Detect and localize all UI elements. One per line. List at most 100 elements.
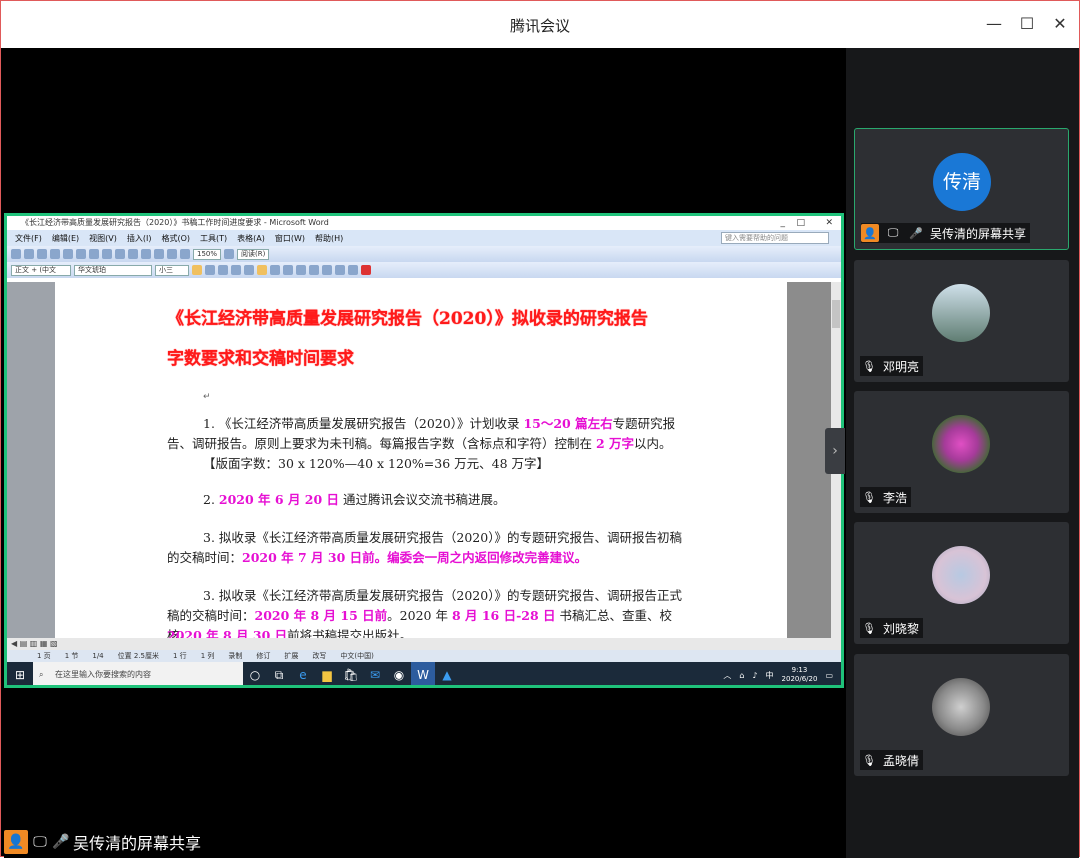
preview-icon[interactable]	[63, 249, 73, 259]
taskbar-clock[interactable]: 9:13 2020/6/20	[782, 666, 818, 684]
help-icon[interactable]	[224, 249, 235, 259]
cortana-icon[interactable]: ○	[243, 662, 267, 685]
participant-tile[interactable]: 🎙 刘晓黎	[854, 522, 1069, 644]
windows-start-icon[interactable]: ⊞	[7, 662, 33, 685]
font-color-icon[interactable]	[361, 265, 371, 275]
volume-icon[interactable]: ♪	[752, 671, 757, 680]
align-center-icon[interactable]	[270, 265, 280, 275]
numbering-icon[interactable]	[309, 265, 319, 275]
menu-table[interactable]: 表格(A)	[237, 233, 265, 244]
chrome-icon[interactable]: ◉	[387, 662, 411, 685]
highlight-icon[interactable]	[348, 265, 358, 275]
avatar	[932, 415, 990, 473]
collapse-sidebar-handle[interactable]: ›	[825, 428, 845, 474]
menu-edit[interactable]: 编辑(E)	[52, 233, 79, 244]
tray-expand-icon[interactable]: ︿	[723, 670, 731, 681]
scroll-thumb[interactable]	[832, 300, 840, 328]
participant-name: 刘晓黎	[883, 621, 920, 636]
close-button[interactable]: ✕	[1049, 13, 1071, 35]
network-icon[interactable]: ⌂	[739, 671, 744, 680]
save-icon[interactable]	[37, 249, 47, 259]
ime-indicator[interactable]: 中	[766, 670, 774, 681]
status-extend[interactable]: 扩展	[284, 650, 298, 662]
participant-tile[interactable]: 🎙 李浩	[854, 391, 1069, 513]
user-icon: 👤	[861, 224, 879, 242]
menu-tools[interactable]: 工具(T)	[200, 233, 227, 244]
align-right-icon[interactable]	[283, 265, 293, 275]
status-record[interactable]: 录制	[228, 650, 242, 662]
minimize-button[interactable]: —	[983, 13, 1005, 35]
paragraph-mark: ↵	[203, 392, 211, 402]
reading-mode-button[interactable]: 阅读(R)	[237, 248, 270, 260]
char-shading-icon[interactable]	[244, 265, 254, 275]
print-icon[interactable]	[50, 249, 60, 259]
maximize-button[interactable]: ☐	[1016, 13, 1038, 35]
participant-label: 🎙 孟晓倩	[860, 750, 924, 770]
word-menu-bar: 文件(F) 编辑(E) 视图(V) 插入(I) 格式(O) 工具(T) 表格(A…	[7, 230, 841, 246]
participant-tile[interactable]: 🎙 孟晓倩	[854, 654, 1069, 776]
participant-tile-sharer[interactable]: 传清 👤 🖵 🎤 吴传清的屏幕共享	[854, 128, 1069, 250]
word-taskbar-icon[interactable]: W	[411, 662, 435, 685]
horizontal-scrollbar[interactable]: ◀ ▤ ▥ ▦ ▧	[7, 638, 841, 650]
columns-icon[interactable]	[180, 249, 190, 259]
italic-icon[interactable]	[205, 265, 215, 275]
bullets-icon[interactable]	[322, 265, 332, 275]
status-overwrite[interactable]: 改写	[312, 650, 326, 662]
user-icon: 👤	[4, 830, 28, 854]
zoom-select[interactable]: 150%	[193, 248, 222, 260]
hyperlink-icon[interactable]	[154, 249, 164, 259]
spell-icon[interactable]	[76, 249, 86, 259]
task-view-icon[interactable]: ⧉	[267, 662, 291, 685]
status-revision[interactable]: 修订	[256, 650, 270, 662]
participant-tile[interactable]: 🎙 邓明亮	[854, 260, 1069, 382]
clock-date: 2020/6/20	[781, 675, 818, 683]
status-pages: 1/4	[92, 652, 104, 660]
style-select[interactable]: 正文 + (中文	[11, 264, 71, 276]
store-icon[interactable]: 🛍	[339, 662, 363, 685]
participant-label: 👤 🖵 🎤 吴传清的屏幕共享	[861, 223, 1031, 243]
word-title-bar: 《长江经济带高质量发展研究报告（2020）》书稿工作时间进度要求 - Micro…	[7, 216, 841, 230]
mail-icon[interactable]: ✉	[363, 662, 387, 685]
document-page[interactable]: 《长江经济带高质量发展研究报告（2020）》拟收录的研究报告 字数要求和交稿时间…	[55, 282, 787, 638]
font-size-select[interactable]: 小三	[155, 264, 189, 276]
align-justify-icon[interactable]	[257, 265, 267, 275]
notification-icon[interactable]: ▭	[825, 671, 833, 680]
word-minimize-button[interactable]: _	[781, 216, 786, 230]
copy-icon[interactable]	[102, 249, 112, 259]
window-title: 腾讯会议	[509, 17, 570, 35]
avatar	[932, 678, 990, 736]
menu-view[interactable]: 视图(V)	[89, 233, 117, 244]
taskbar-search-input[interactable]: ⌕ 在这里输入你要搜索的内容	[33, 662, 243, 685]
word-close-button[interactable]: ✕	[825, 216, 833, 230]
menu-format[interactable]: 格式(O)	[161, 233, 190, 244]
word-maximize-button[interactable]: □	[796, 216, 805, 230]
menu-insert[interactable]: 插入(I)	[127, 233, 152, 244]
tencent-meeting-taskbar-icon[interactable]: ▲	[435, 662, 459, 685]
participant-name: 吴传清的屏幕共享	[930, 226, 1027, 241]
font-select[interactable]: 华文琥珀	[74, 264, 152, 276]
indent-icon[interactable]	[335, 265, 345, 275]
bold-icon[interactable]	[192, 265, 202, 275]
file-explorer-icon[interactable]: ▆	[315, 662, 339, 685]
help-question-input[interactable]: 键入需要帮助的问题	[721, 232, 829, 244]
char-border-icon[interactable]	[231, 265, 241, 275]
menu-window[interactable]: 窗口(W)	[275, 233, 305, 244]
cut-icon[interactable]	[89, 249, 99, 259]
redo-icon[interactable]	[141, 249, 151, 259]
taskbar-search-placeholder: 在这里输入你要搜索的内容	[55, 670, 151, 679]
avatar	[932, 546, 990, 604]
menu-help[interactable]: 帮助(H)	[315, 233, 343, 244]
status-line: 1 行	[173, 652, 187, 660]
participant-name: 邓明亮	[883, 359, 920, 374]
open-icon[interactable]	[24, 249, 34, 259]
shared-screen: 《长江经济带高质量发展研究报告（2020）》书稿工作时间进度要求 - Micro…	[4, 213, 844, 688]
edge-browser-icon[interactable]: e	[291, 662, 315, 685]
menu-file[interactable]: 文件(F)	[15, 233, 42, 244]
muted-microphone-icon: 🎙	[862, 359, 876, 373]
new-doc-icon[interactable]	[11, 249, 21, 259]
paste-icon[interactable]	[115, 249, 125, 259]
undo-icon[interactable]	[128, 249, 138, 259]
underline-icon[interactable]	[218, 265, 228, 275]
line-spacing-icon[interactable]	[296, 265, 306, 275]
table-icon[interactable]	[167, 249, 177, 259]
